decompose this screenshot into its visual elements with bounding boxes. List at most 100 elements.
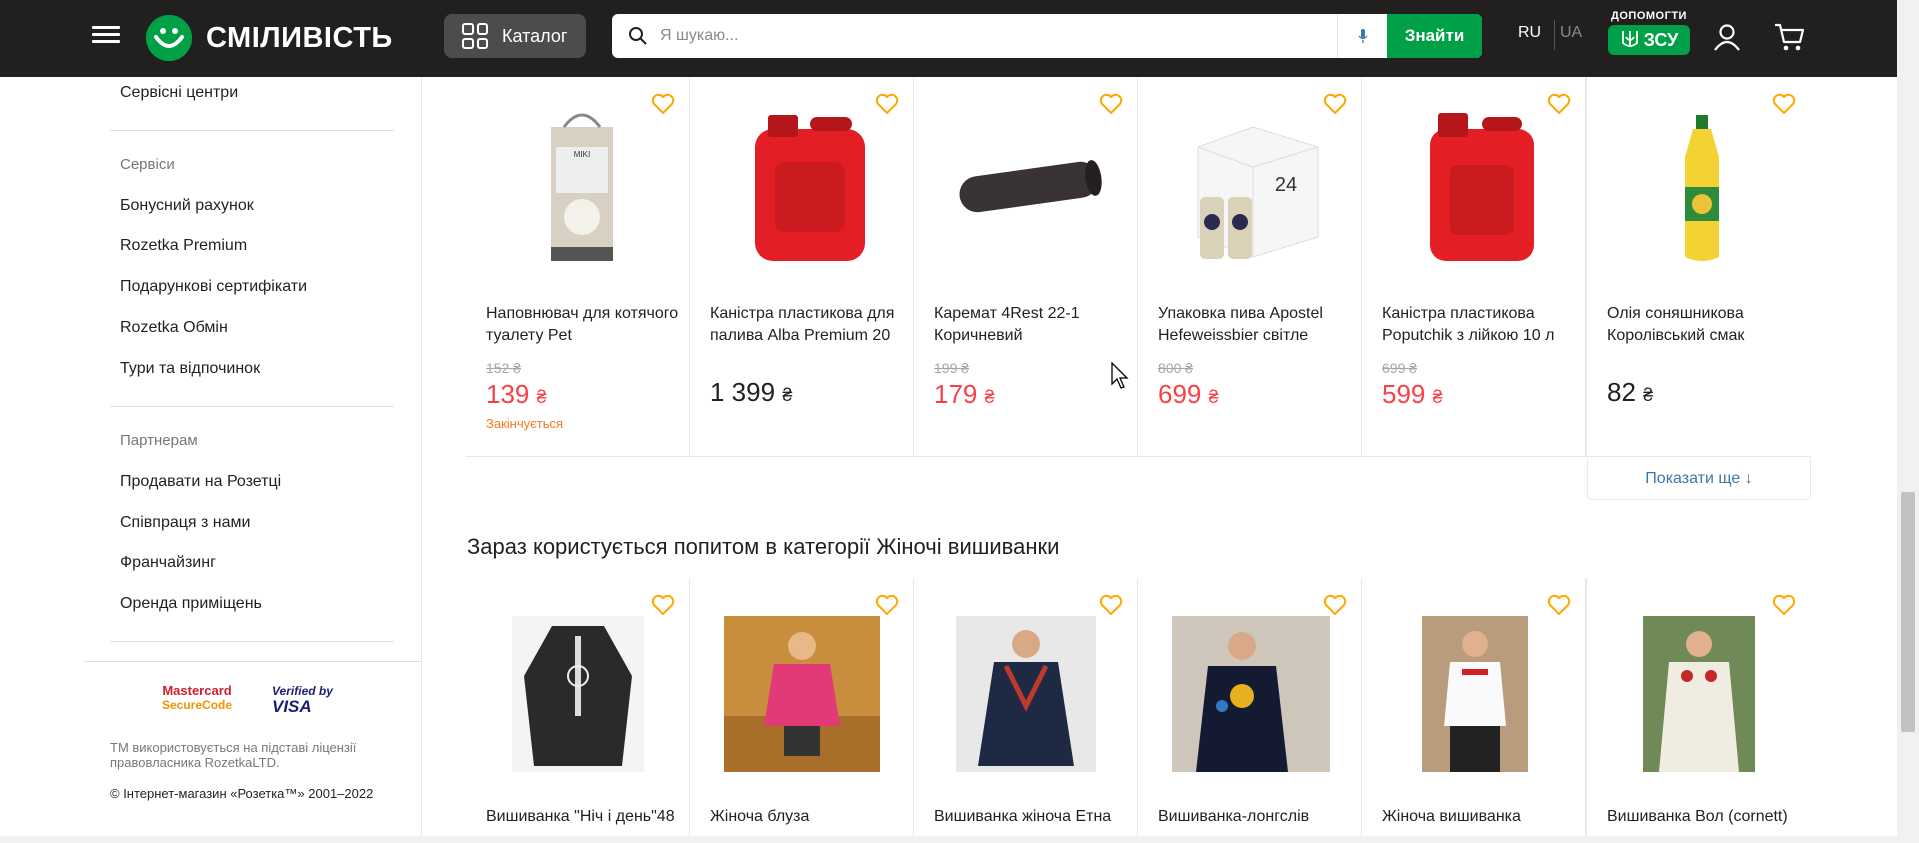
sidebar-divider bbox=[84, 661, 422, 662]
sidebar-link-gift-cards[interactable]: Подарункові сертифікати bbox=[120, 278, 307, 296]
product-card[interactable]: Олія соняшникова Королівський смак 82 ₴ bbox=[1586, 77, 1810, 456]
microphone-icon[interactable] bbox=[1337, 14, 1387, 58]
sidebar: Сервісні центри Сервіси Бонусний рахунок… bbox=[84, 77, 422, 843]
lang-ua-button[interactable]: UA bbox=[1560, 24, 1582, 42]
catalog-button[interactable]: Каталог bbox=[444, 14, 586, 58]
product-image-white-blouse[interactable] bbox=[1422, 616, 1528, 772]
product-title[interactable]: Вишиванка-лонгслів bbox=[1158, 806, 1354, 828]
product-image-cat-litter[interactable]: MIKI bbox=[506, 107, 656, 267]
user-icon[interactable] bbox=[1712, 22, 1742, 52]
product-card[interactable]: Жіноча вишиванка bbox=[1362, 578, 1586, 836]
product-card[interactable]: Каністра пластикова для палива Alba Prem… bbox=[690, 77, 914, 456]
product-image-beer-box[interactable]: 24 bbox=[1178, 107, 1328, 267]
product-image-mat[interactable] bbox=[954, 107, 1104, 267]
lang-ru-button[interactable]: RU bbox=[1518, 24, 1541, 42]
price-value: 82 bbox=[1607, 377, 1636, 407]
product-title[interactable]: Вишиванка Вол (cornett) bbox=[1607, 806, 1803, 828]
sidebar-link-exchange[interactable]: Rozetka Обмін bbox=[120, 319, 228, 337]
product-title[interactable]: Жіноча блуза bbox=[710, 806, 906, 828]
sidebar-link-cooperation[interactable]: Співпраця з нами bbox=[120, 514, 250, 532]
product-image-cream-blouse[interactable] bbox=[1643, 616, 1755, 772]
find-button[interactable]: Знайти bbox=[1387, 14, 1482, 58]
catalog-grid-icon bbox=[462, 23, 488, 49]
product-price: 1 399 ₴ bbox=[710, 377, 792, 408]
product-image-oil-bottle[interactable] bbox=[1627, 107, 1777, 267]
product-image-canister[interactable] bbox=[730, 107, 880, 267]
price-value: 699 bbox=[1158, 379, 1202, 409]
product-title[interactable]: Вишиванка "Ніч і день"48 bbox=[486, 806, 682, 828]
heart-icon[interactable] bbox=[1099, 594, 1123, 616]
sidebar-link-tours[interactable]: Тури та відпочинок bbox=[120, 360, 260, 378]
product-card[interactable]: Жіноча блуза bbox=[690, 578, 914, 836]
product-price: 699 ₴ bbox=[1158, 379, 1219, 410]
product-title[interactable]: Каністра пластикова для палива Alba Prem… bbox=[710, 303, 906, 347]
heart-icon[interactable] bbox=[875, 594, 899, 616]
product-title[interactable]: Упаковка пива Apostel Hefeweissbier світ… bbox=[1158, 303, 1354, 347]
verified-by-visa-logo: Verified by VISA bbox=[272, 683, 333, 715]
sidebar-divider bbox=[110, 641, 394, 642]
horizontal-scrollbar[interactable] bbox=[0, 836, 1897, 843]
product-card[interactable]: MIKI Наповнювач для котячого туалету Pet… bbox=[466, 77, 690, 456]
product-title[interactable]: Каремат 4Rest 22-1 Коричневий bbox=[934, 303, 1130, 347]
product-card[interactable]: 24 Упаковка пива Apostel Hefeweissbier с… bbox=[1138, 77, 1362, 456]
product-image-black-blouse[interactable] bbox=[512, 616, 644, 772]
search-input[interactable] bbox=[648, 14, 1337, 58]
product-grid-divider bbox=[466, 456, 1811, 457]
menu-icon[interactable] bbox=[92, 22, 120, 50]
svg-text:24: 24 bbox=[1275, 174, 1297, 196]
product-old-price: 800 ₴ bbox=[1158, 360, 1194, 376]
product-title[interactable]: Наповнювач для котячого туалету Pet bbox=[486, 303, 682, 347]
currency-symbol: ₴ bbox=[536, 387, 547, 407]
product-image-canister-funnel[interactable] bbox=[1402, 107, 1552, 267]
site-header: СМІЛИВІСТЬ Каталог Знайти RU UA ДОПОМОГТ… bbox=[0, 0, 1919, 77]
product-image-longsleeve[interactable] bbox=[1172, 616, 1330, 772]
product-title[interactable]: Олія соняшникова Королівський смак bbox=[1607, 303, 1803, 347]
sidebar-link-sell[interactable]: Продавати на Розетці bbox=[120, 473, 281, 491]
zsu-text: ЗСУ bbox=[1643, 29, 1679, 50]
scrollbar-thumb[interactable] bbox=[1901, 492, 1915, 732]
currency-symbol: ₴ bbox=[1432, 387, 1443, 407]
product-old-price: 699 ₴ bbox=[1382, 360, 1418, 376]
heart-icon[interactable] bbox=[1772, 594, 1796, 616]
vertical-scrollbar[interactable] bbox=[1897, 0, 1919, 843]
product-card[interactable]: Каністра пластикова Poputchik з лійкою 1… bbox=[1362, 77, 1586, 456]
sidebar-heading-partners: Партнерам bbox=[120, 432, 198, 449]
price-value: 179 bbox=[934, 379, 978, 409]
mastercard-text: Mastercard bbox=[162, 683, 232, 698]
product-price: 139 ₴ bbox=[486, 379, 547, 410]
sidebar-link-service-centers[interactable]: Сервісні центри bbox=[120, 84, 238, 102]
search-bar: Знайти bbox=[612, 14, 1482, 58]
help-zsu-button[interactable]: ДОПОМОГТИ ЗСУ bbox=[1608, 10, 1690, 60]
product-card[interactable]: Вишиванка-лонгслів bbox=[1138, 578, 1362, 836]
product-card[interactable]: Вишиванка Вол (cornett) bbox=[1586, 578, 1810, 836]
product-title[interactable]: Каністра пластикова Poputchik з лійкою 1… bbox=[1382, 303, 1578, 347]
product-card[interactable]: Вишиванка "Ніч і день"48 bbox=[466, 578, 690, 836]
sidebar-link-rent[interactable]: Оренда приміщень bbox=[120, 595, 262, 613]
product-grid-row-1: MIKI Наповнювач для котячого туалету Pet… bbox=[466, 77, 1811, 456]
heart-icon[interactable] bbox=[1323, 594, 1347, 616]
cart-icon[interactable] bbox=[1774, 22, 1806, 52]
price-value: 139 bbox=[486, 379, 530, 409]
product-image-navy-blouse[interactable] bbox=[956, 616, 1096, 772]
help-label: ДОПОМОГТИ bbox=[1611, 10, 1687, 22]
product-card[interactable]: Каремат 4Rest 22-1 Коричневий 199 ₴ 179 … bbox=[914, 77, 1138, 456]
visa-text: VISA bbox=[272, 697, 312, 716]
currency-symbol: ₴ bbox=[782, 385, 793, 405]
section-title: Зараз користується попитом в категорії Ж… bbox=[467, 534, 1060, 559]
show-more-button[interactable]: Показати ще ↓ bbox=[1587, 458, 1811, 500]
sidebar-link-bonus[interactable]: Бонусний рахунок bbox=[120, 197, 254, 215]
product-title[interactable]: Жіноча вишиванка bbox=[1382, 806, 1578, 828]
sidebar-link-premium[interactable]: Rozetka Premium bbox=[120, 237, 247, 255]
lang-divider bbox=[1554, 20, 1555, 50]
heart-icon[interactable] bbox=[1547, 594, 1571, 616]
product-status: Закінчується bbox=[486, 416, 564, 431]
heart-icon[interactable] bbox=[651, 594, 675, 616]
sidebar-divider bbox=[110, 130, 394, 131]
copyright-text: © Інтернет-магазин «Розетка™» 2001–2022 bbox=[110, 786, 374, 801]
product-card[interactable]: Вишиванка жіноча Етна bbox=[914, 578, 1138, 836]
price-value: 599 bbox=[1382, 379, 1426, 409]
logo[interactable]: СМІЛИВІСТЬ bbox=[146, 12, 393, 64]
sidebar-link-franchise[interactable]: Франчайзинг bbox=[120, 554, 216, 572]
product-title[interactable]: Вишиванка жіноча Етна bbox=[934, 806, 1130, 828]
product-image-pink-blouse[interactable] bbox=[724, 616, 880, 772]
